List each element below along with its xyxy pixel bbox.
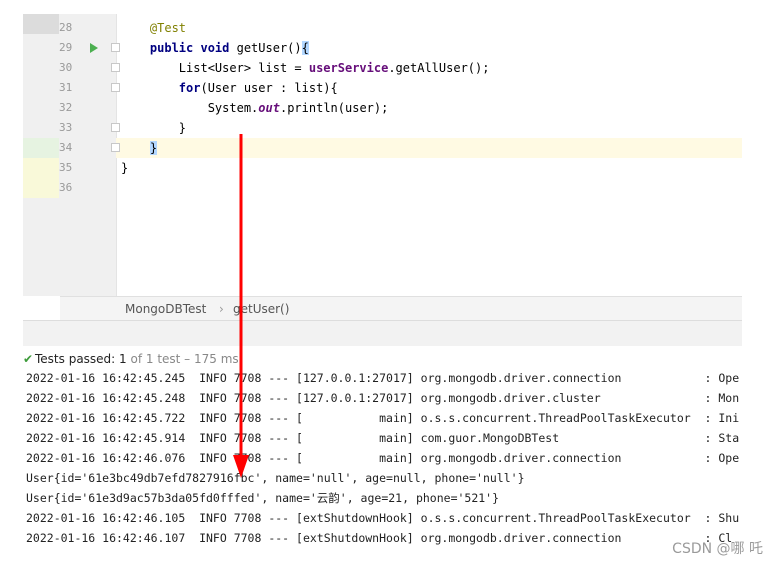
fold-icon[interactable] bbox=[111, 123, 120, 132]
code-line: } bbox=[121, 118, 186, 138]
code-token: } bbox=[121, 161, 129, 175]
gutter-marker bbox=[23, 138, 59, 158]
test-status-text: Tests passed: 1 of 1 test – 175 ms bbox=[35, 352, 239, 366]
line-number: 32 bbox=[59, 101, 73, 114]
gutter-marker bbox=[23, 178, 59, 198]
console-line: 2022-01-16 16:42:45.914 INFO 7708 --- [ … bbox=[26, 431, 740, 445]
code-token: } bbox=[178, 121, 187, 135]
code-token: getUser() bbox=[236, 41, 302, 55]
code-token: .getAllUser(); bbox=[388, 61, 490, 75]
code-line: System.out.println(user); bbox=[121, 98, 389, 118]
line-number: 31 bbox=[59, 81, 73, 94]
line-number: 28 bbox=[59, 21, 73, 34]
code-token: } bbox=[149, 141, 158, 155]
console-line: 2022-01-16 16:42:45.245 INFO 7708 --- [1… bbox=[26, 372, 740, 385]
line-number: 29 bbox=[59, 41, 73, 54]
code-line: } bbox=[121, 138, 158, 158]
run-test-icon[interactable] bbox=[90, 43, 98, 53]
watermark: CSDN @哪 吒 bbox=[672, 541, 763, 557]
gutter-marker bbox=[23, 158, 59, 178]
fold-icon[interactable] bbox=[111, 83, 120, 92]
console-line: 2022-01-16 16:42:46.105 INFO 7708 --- [e… bbox=[26, 511, 740, 525]
code-line: public void getUser(){ bbox=[121, 38, 309, 58]
code-editor[interactable]: 28 29 30 31 32 33 34 35 36 @Test public void get… bbox=[23, 14, 742, 296]
test-status-bar: ✔ Tests passed: 1 of 1 test – 175 ms bbox=[23, 346, 742, 372]
console-line: 2022-01-16 16:42:46.107 INFO 7708 --- [e… bbox=[26, 531, 733, 545]
code-token: public bbox=[149, 41, 201, 55]
code-token: System. bbox=[207, 101, 259, 115]
breadcrumb-method[interactable]: getUser() bbox=[233, 297, 289, 321]
code-token: void bbox=[200, 41, 237, 55]
console-line: 2022-01-16 16:42:46.076 INFO 7708 --- [ … bbox=[26, 451, 740, 465]
code-line: @Test bbox=[121, 18, 186, 38]
console-line: 2022-01-16 16:42:45.722 INFO 7708 --- [ … bbox=[26, 411, 740, 425]
line-number: 35 bbox=[59, 161, 73, 174]
line-number: 34 bbox=[59, 141, 73, 154]
code-token: userService bbox=[308, 61, 389, 75]
console-output[interactable]: 2022-01-16 16:42:45.245 INFO 7708 --- [1… bbox=[23, 372, 742, 552]
console-line: User{id='61e3bc49db7efd7827916fbc', name… bbox=[26, 471, 525, 485]
fold-icon[interactable] bbox=[111, 143, 120, 152]
code-line: for(User user : list){ bbox=[121, 78, 338, 98]
code-token: .println(user); bbox=[279, 101, 389, 115]
code-line: } bbox=[121, 158, 128, 178]
code-token: (User user : list){ bbox=[200, 81, 338, 95]
code-token: List<User> list = bbox=[178, 61, 309, 75]
fold-icon[interactable] bbox=[111, 43, 120, 52]
code-line: List<User> list = userService.getAllUser… bbox=[121, 58, 490, 78]
console-line: 2022-01-16 16:42:45.248 INFO 7708 --- [1… bbox=[26, 391, 740, 405]
breadcrumb-separator: › bbox=[219, 302, 224, 316]
line-number: 36 bbox=[59, 181, 73, 194]
breadcrumb-class[interactable]: MongoDBTest bbox=[125, 297, 206, 321]
check-icon: ✔ bbox=[23, 352, 34, 366]
code-token: for bbox=[178, 81, 201, 95]
code-token: { bbox=[301, 41, 309, 55]
code-token: @Test bbox=[149, 21, 187, 35]
console-line: User{id='61e3d9ac57b3da05fd0fffed', name… bbox=[26, 491, 500, 505]
line-number: 30 bbox=[59, 61, 73, 74]
code-token: out bbox=[258, 101, 280, 115]
run-toolbar bbox=[23, 320, 742, 347]
fold-icon[interactable] bbox=[111, 63, 120, 72]
breadcrumb: MongoDBTest › getUser() bbox=[60, 296, 742, 321]
line-number: 33 bbox=[59, 121, 73, 134]
gutter-marker bbox=[23, 14, 59, 34]
current-line-highlight bbox=[116, 138, 742, 158]
